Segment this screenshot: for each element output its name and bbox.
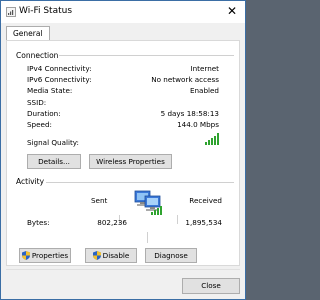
ipv4-label: IPv4 Connectivity:: [27, 64, 92, 73]
received-tick: [177, 215, 178, 224]
wifi-status-window: Wi-Fi Status ✕ General Connection IPv4 C…: [0, 0, 246, 300]
ssid-label: SSID:: [27, 98, 47, 107]
activity-divider: [46, 182, 234, 183]
disable-button[interactable]: Disable: [85, 248, 137, 263]
properties-button[interactable]: Properties: [19, 248, 71, 263]
uac-shield-icon: [92, 251, 101, 260]
tab-strip: General: [1, 23, 245, 42]
uac-shield-icon: [21, 251, 30, 260]
ipv4-value: Internet: [190, 64, 219, 73]
connection-divider: [59, 55, 234, 56]
wifi-icon: [6, 7, 16, 17]
window-title: Wi-Fi Status: [19, 6, 73, 16]
wireless-properties-button[interactable]: Wireless Properties: [89, 154, 172, 169]
signal-quality-label: Signal Quality:: [27, 138, 79, 147]
footer-divider: [6, 269, 240, 270]
details-button[interactable]: Details...: [27, 154, 81, 169]
disable-label: Disable: [102, 251, 130, 260]
speed-label: Speed:: [27, 120, 52, 129]
bytes-sent-value: 802,236: [97, 218, 127, 227]
speed-value: 144.0 Mbps: [177, 120, 219, 129]
properties-label: Properties: [31, 251, 69, 260]
close-button[interactable]: Close: [182, 278, 240, 294]
general-panel: Connection IPv4 Connectivity: Internet I…: [6, 40, 240, 266]
connection-header: Connection: [16, 51, 59, 60]
activity-header: Activity: [16, 177, 45, 186]
diagnose-button[interactable]: Diagnose: [145, 248, 197, 263]
activity-center-tick: [147, 232, 148, 243]
duration-label: Duration:: [27, 109, 61, 118]
network-computers-icon: [134, 190, 162, 215]
media-state-value: Enabled: [189, 86, 219, 95]
bytes-received-value: 1,895,534: [185, 218, 222, 227]
ipv6-value: No network access: [151, 75, 219, 84]
title-bar: Wi-Fi Status ✕: [1, 1, 245, 23]
bytes-label: Bytes:: [27, 218, 50, 227]
close-icon[interactable]: ✕: [219, 1, 245, 23]
duration-value: 5 days 18:58:13: [160, 109, 219, 118]
signal-bars-icon: [205, 132, 221, 145]
media-state-label: Media State:: [27, 86, 73, 95]
sent-label: Sent: [91, 196, 108, 205]
received-label: Received: [189, 196, 222, 205]
ipv6-label: IPv6 Connectivity:: [27, 75, 92, 84]
